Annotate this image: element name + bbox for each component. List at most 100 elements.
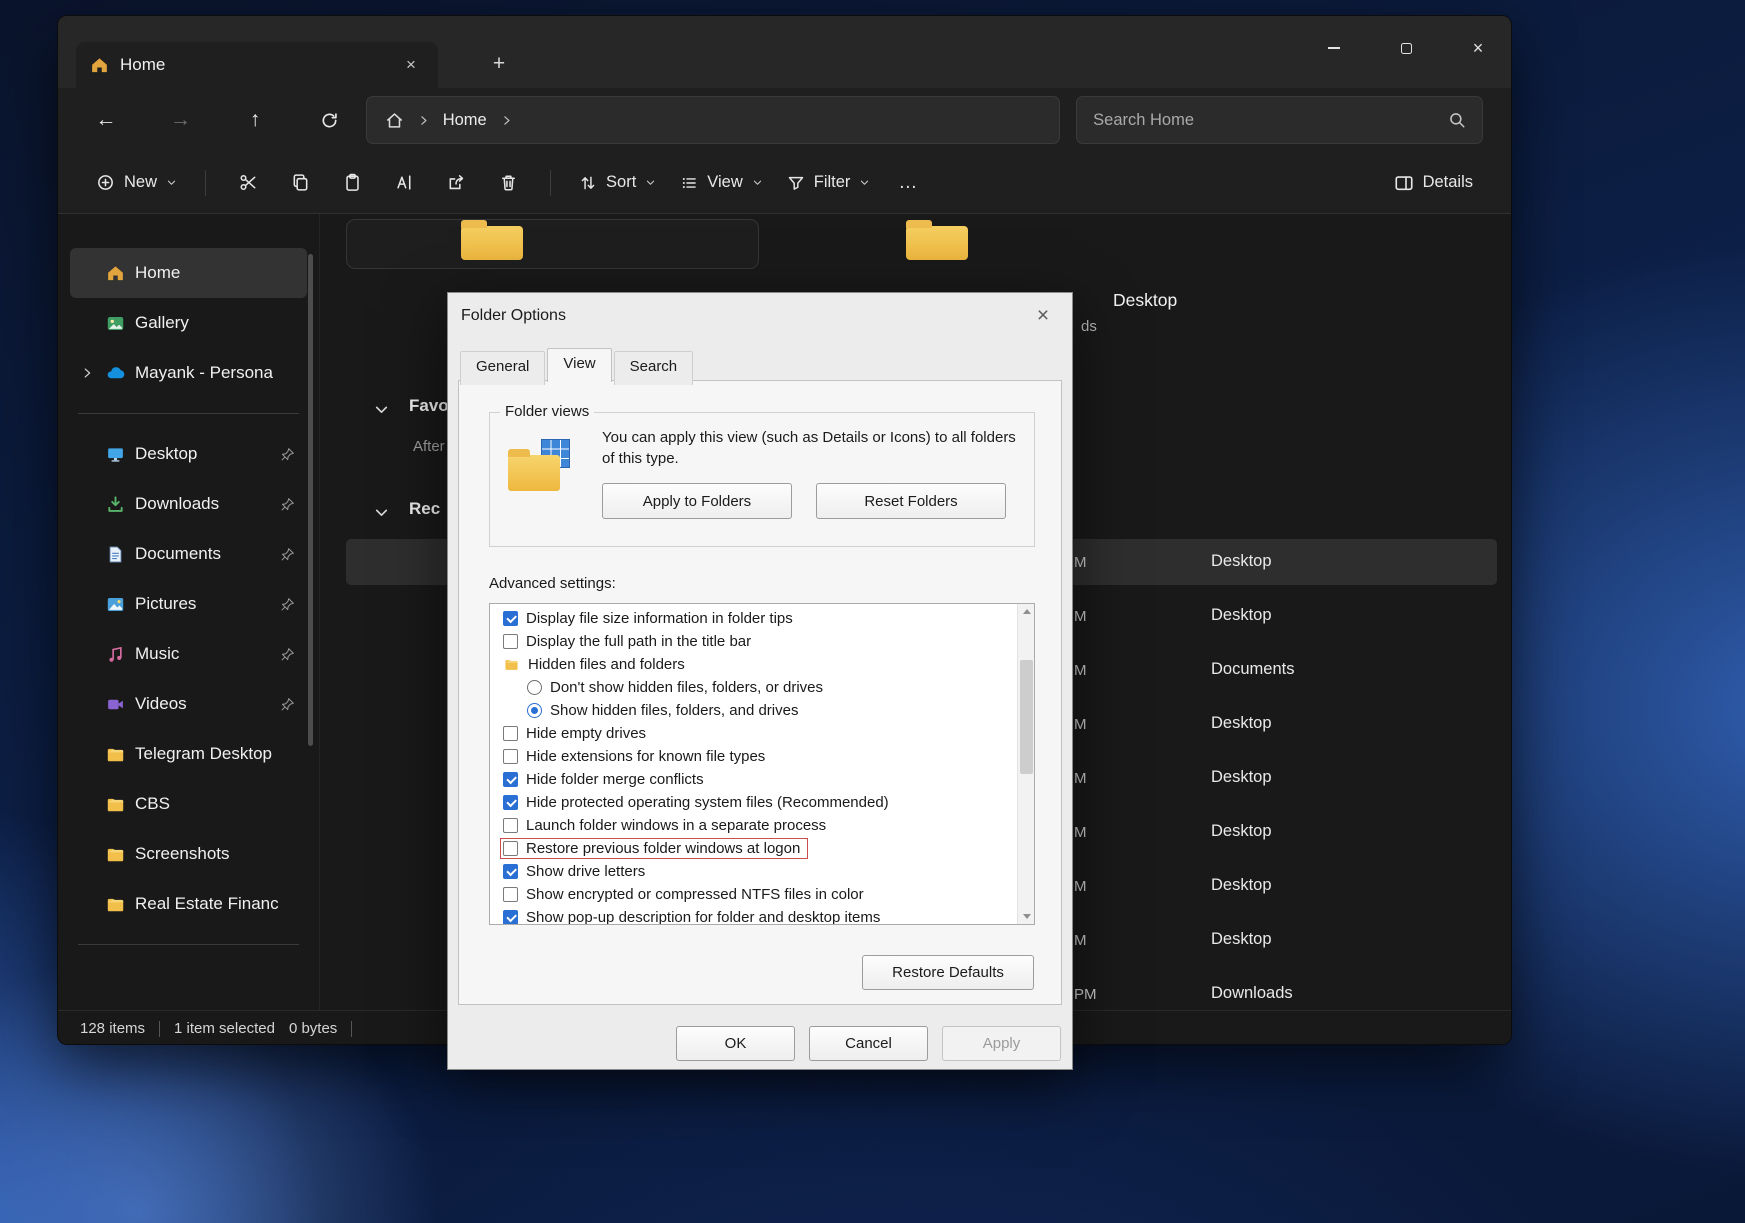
folder-icon [508, 455, 560, 491]
view-tab-page: Folder views You can apply this view (su… [458, 380, 1062, 1005]
checkbox-checked[interactable] [503, 611, 518, 626]
sidebar-item-real-estate-financ[interactable]: Real Estate Financ [70, 879, 307, 929]
advanced-setting-hide-folder-merge-conflicts[interactable]: Hide folder merge conflicts [501, 768, 1014, 791]
advanced-setting-show-encrypted-or-compressed-ntfs-files-in-color[interactable]: Show encrypted or compressed NTFS files … [501, 883, 1014, 906]
sidebar-item-label: Pictures [135, 594, 270, 614]
sort-button[interactable]: Sort [567, 165, 668, 200]
tab-view[interactable]: View [547, 348, 611, 382]
scrollbar-thumb[interactable] [1020, 660, 1033, 774]
paste-button[interactable] [326, 163, 378, 203]
more-options-button[interactable]: … [882, 163, 934, 203]
checkbox-checked[interactable] [503, 864, 518, 879]
sidebar-item-label: Screenshots [135, 844, 295, 864]
folder-tile[interactable] [346, 219, 759, 269]
advanced-setting-launch-folder-windows-in-a-separate-process[interactable]: Launch folder windows in a separate proc… [501, 814, 1014, 837]
refresh-button[interactable] [310, 100, 350, 140]
sidebar-item-home[interactable]: Home [70, 248, 307, 298]
up-button[interactable]: ↑ [235, 100, 275, 140]
advanced-setting-hide-empty-drives[interactable]: Hide empty drives [501, 722, 1014, 745]
dialog-close-button[interactable]: × [1027, 301, 1059, 331]
sidebar-gutter [78, 697, 96, 711]
advanced-settings-list[interactable]: Display file size information in folder … [489, 603, 1035, 925]
sidebar-item-music[interactable]: Music [70, 629, 307, 679]
filter-button[interactable]: Filter [775, 165, 883, 200]
checkbox-unchecked[interactable] [503, 634, 518, 649]
sidebar-item-cbs[interactable]: CBS [70, 779, 307, 829]
cancel-button[interactable]: Cancel [809, 1026, 928, 1061]
checkbox-unchecked[interactable] [503, 749, 518, 764]
item-count: 128 items [80, 1020, 145, 1037]
restore-defaults-button[interactable]: Restore Defaults [862, 955, 1034, 990]
sidebar-gutter [78, 647, 96, 661]
sidebar-item-label: Gallery [135, 313, 295, 333]
radio-selected[interactable] [527, 703, 542, 718]
advanced-setting-display-the-full-path-in-the-title-bar[interactable]: Display the full path in the title bar [501, 630, 1014, 653]
sidebar-item-videos[interactable]: Videos [70, 679, 307, 729]
tab-close-button[interactable]: × [398, 52, 424, 78]
checkbox-checked[interactable] [503, 795, 518, 810]
reset-folders-button[interactable]: Reset Folders [816, 483, 1006, 519]
chevron-down-icon[interactable] [373, 504, 390, 521]
search-input[interactable] [1093, 111, 1448, 130]
dialog-title-bar[interactable]: Folder Options × [448, 293, 1072, 339]
new-tab-button[interactable]: + [483, 48, 515, 80]
advanced-setting-show-drive-letters[interactable]: Show drive letters [501, 860, 1014, 883]
chevron-down-icon[interactable] [373, 401, 390, 418]
section-favorites-label[interactable]: Favo [409, 396, 449, 416]
section-recent-label[interactable]: Rec [409, 499, 440, 519]
forward-button[interactable]: → [161, 100, 201, 140]
apply-to-folders-button[interactable]: Apply to Folders [602, 483, 792, 519]
delete-button[interactable] [482, 163, 534, 203]
new-button[interactable]: New [84, 165, 189, 200]
checkbox-checked[interactable] [503, 910, 518, 925]
advanced-setting-don-t-show-hidden-files-folders-or-drives[interactable]: Don't show hidden files, folders, or dri… [501, 676, 1014, 699]
breadcrumb[interactable]: Home [366, 96, 1060, 144]
minimize-button[interactable] [1311, 30, 1357, 66]
ok-button[interactable]: OK [676, 1026, 795, 1061]
checkbox-unchecked[interactable] [503, 841, 518, 856]
setting: Hide extensions for known file types [501, 747, 772, 766]
advanced-setting-display-file-size-information-in-folder-tips[interactable]: Display file size information in folder … [501, 607, 1014, 630]
tab-search[interactable]: Search [614, 351, 694, 385]
pin-icon [280, 597, 295, 612]
checkbox-unchecked[interactable] [503, 818, 518, 833]
sidebar-item-pictures[interactable]: Pictures [70, 579, 307, 629]
breadcrumb-home[interactable]: Home [443, 111, 487, 130]
sidebar-item-documents[interactable]: Documents [70, 529, 307, 579]
setting-label: Hide protected operating system files (R… [526, 794, 889, 811]
explorer-tab-home[interactable]: Home × [76, 42, 438, 88]
apply-button[interactable]: Apply [942, 1026, 1061, 1061]
advanced-setting-show-pop-up-description-for-folder-and-desktop-items[interactable]: Show pop-up description for folder and d… [501, 906, 1014, 925]
close-button[interactable]: × [1455, 30, 1501, 66]
rename-button[interactable] [378, 163, 430, 203]
tab-general[interactable]: General [460, 351, 545, 385]
advanced-setting-hide-extensions-for-known-file-types[interactable]: Hide extensions for known file types [501, 745, 1014, 768]
back-button[interactable]: ← [86, 100, 126, 140]
sidebar-item-telegram-desktop[interactable]: Telegram Desktop [70, 729, 307, 779]
advanced-setting-restore-previous-folder-windows-at-logon[interactable]: Restore previous folder windows at logon [501, 837, 1014, 860]
sidebar-item-downloads[interactable]: Downloads [70, 479, 307, 529]
sidebar-scrollbar[interactable] [308, 254, 313, 746]
share-button[interactable] [430, 163, 482, 203]
maximize-button[interactable] [1383, 30, 1429, 66]
advanced-setting-hide-protected-operating-system-files-recommended[interactable]: Hide protected operating system files (R… [501, 791, 1014, 814]
chevron-right-icon [417, 114, 430, 127]
checkbox-unchecked[interactable] [503, 726, 518, 741]
checkbox-checked[interactable] [503, 772, 518, 787]
copy-button[interactable] [274, 163, 326, 203]
sidebar-item-screenshots[interactable]: Screenshots [70, 829, 307, 879]
sidebar-item-gallery[interactable]: Gallery [70, 298, 307, 348]
advanced-setting-show-hidden-files-folders-and-drives[interactable]: Show hidden files, folders, and drives [501, 699, 1014, 722]
advanced-setting-hidden-files-and-folders[interactable]: Hidden files and folders [501, 653, 1014, 676]
view-button[interactable]: View [668, 165, 774, 200]
list-scrollbar[interactable] [1017, 604, 1034, 924]
checkbox-unchecked[interactable] [503, 887, 518, 902]
sidebar-item-desktop[interactable]: Desktop [70, 429, 307, 479]
setting-label: Hide extensions for known file types [526, 748, 765, 765]
radio-unselected[interactable] [527, 680, 542, 695]
sidebar-item-mayank-persona[interactable]: Mayank - Persona [70, 348, 307, 398]
details-button[interactable]: Details [1382, 165, 1485, 201]
search-icon [1448, 111, 1466, 129]
sidebar-gutter [78, 897, 96, 911]
cut-button[interactable] [222, 163, 274, 203]
